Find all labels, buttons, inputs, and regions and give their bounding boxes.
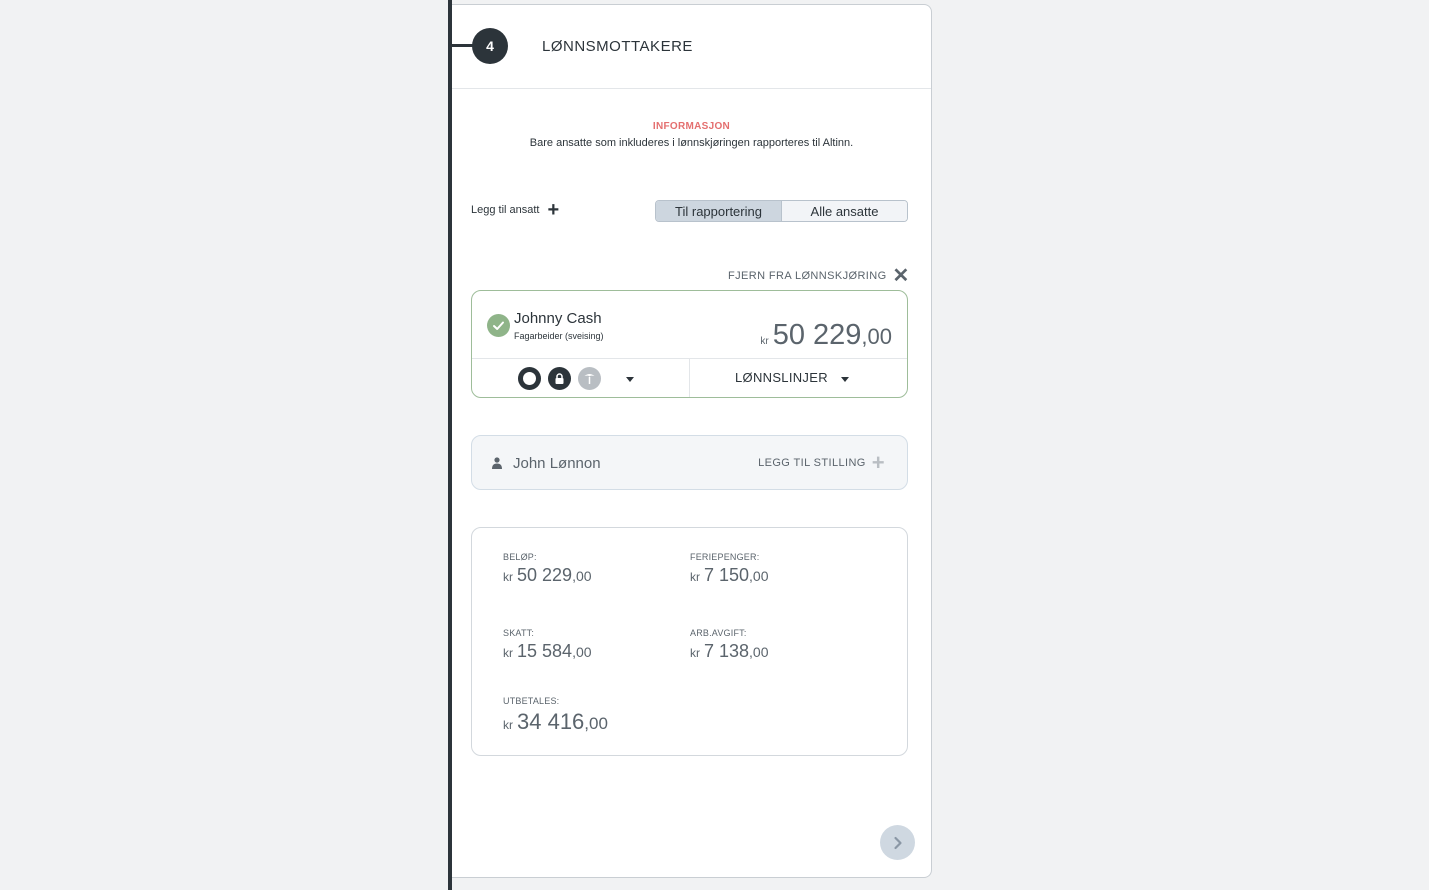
summary-value: kr 50 229 ,00 <box>503 565 592 586</box>
summary-label: FERIEPENGER: <box>690 552 760 562</box>
summary-feriepenger: FERIEPENGER: kr 7 150 ,00 <box>690 552 769 586</box>
add-position-button[interactable]: LEGG TIL STILLING + <box>758 450 885 475</box>
currency-label: kr <box>690 570 700 584</box>
chevron-down-icon[interactable] <box>841 377 849 382</box>
employee-amount: kr 50 229 ,00 <box>760 319 892 352</box>
amount-decimal: ,00 <box>572 568 592 584</box>
employee-card-johnny-cash: Johnny Cash Fagarbeider (sveising) kr 50… <box>471 290 908 398</box>
currency-label: kr <box>503 570 513 584</box>
step-title: LØNNSMOTTAKERE <box>542 38 693 55</box>
palm-tree-icon[interactable] <box>578 367 601 390</box>
status-icons <box>518 367 601 390</box>
card-vertical-divider <box>689 359 690 397</box>
toggle-til-rapportering[interactable]: Til rapportering <box>656 201 781 221</box>
currency-label: kr <box>690 646 700 660</box>
circle-icon[interactable] <box>518 367 541 390</box>
currency-label: kr <box>503 646 513 660</box>
summary-label: ARB.AVGIFT: <box>690 628 747 638</box>
employee-filter-toggle: Til rapportering Alle ansatte <box>655 200 908 222</box>
summary-value: kr 34 416 ,00 <box>503 709 608 735</box>
employee-role: Fagarbeider (sveising) <box>514 331 604 341</box>
summary-label: UTBETALES: <box>503 696 560 706</box>
summary-arbavgift: ARB.AVGIFT: kr 7 138 ,00 <box>690 628 769 662</box>
remove-label: FJERN FRA LØNNSKJØRING <box>728 270 887 282</box>
amount-decimal: ,00 <box>861 324 892 349</box>
plus-icon: + <box>547 199 560 221</box>
amount-integer: 15 584 <box>517 641 573 661</box>
next-step-button[interactable] <box>880 825 915 860</box>
header-divider <box>452 88 931 89</box>
info-label: INFORMASJON <box>652 121 731 132</box>
summary-value: kr 7 138 ,00 <box>690 641 769 662</box>
salary-lines-button[interactable]: LØNNSLINJER <box>735 370 828 385</box>
close-icon: ✕ <box>892 265 910 287</box>
info-text: Bare ansatte som inkluderes i lønnskjøri… <box>529 137 854 149</box>
remove-from-payroll-button[interactable]: FJERN FRA LØNNSKJØRING ✕ <box>728 265 910 287</box>
currency-label: kr <box>760 336 769 347</box>
summary-skatt: SKATT: kr 15 584 ,00 <box>503 628 592 662</box>
amount-integer: 7 138 <box>704 641 750 661</box>
step-number-badge: 4 <box>472 28 508 64</box>
employee-name: Johnny Cash <box>514 310 602 327</box>
summary-value: kr 7 150 ,00 <box>690 565 769 586</box>
amount-decimal: ,00 <box>749 568 769 584</box>
add-position-label: LEGG TIL STILLING <box>758 457 866 469</box>
amount-integer: 7 150 <box>704 565 750 585</box>
amount-decimal: ,00 <box>572 644 592 660</box>
chevron-down-icon[interactable] <box>626 377 634 382</box>
amount-decimal: ,00 <box>584 714 608 733</box>
summary-utbetales: UTBETALES: kr 34 416 ,00 <box>503 696 608 735</box>
summary-label: BELØP: <box>503 552 537 562</box>
amount-integer: 34 416 <box>517 709 585 734</box>
currency-label: kr <box>503 718 513 732</box>
summary-label: SKATT: <box>503 628 535 638</box>
summary-value: kr 15 584 ,00 <box>503 641 592 662</box>
step-connector <box>452 44 474 47</box>
chevron-right-icon <box>893 836 902 849</box>
add-employee-button[interactable]: Legg til ansatt + <box>471 199 560 221</box>
plus-icon: + <box>871 450 885 475</box>
amount-integer: 50 229 <box>772 319 862 351</box>
amount-decimal: ,00 <box>749 644 769 660</box>
toggle-alle-ansatte[interactable]: Alle ansatte <box>781 201 907 221</box>
lock-icon[interactable] <box>548 367 571 390</box>
employee-name: John Lønnon <box>513 455 601 472</box>
employee-card-john-lonnon[interactable]: John Lønnon LEGG TIL STILLING + <box>471 435 908 490</box>
person-icon <box>492 456 502 474</box>
add-employee-label: Legg til ansatt <box>471 204 540 216</box>
amount-integer: 50 229 <box>517 565 573 585</box>
payroll-summary: BELØP: kr 50 229 ,00 FERIEPENGER: kr 7 1… <box>471 527 908 756</box>
summary-belop: BELØP: kr 50 229 ,00 <box>503 552 592 586</box>
check-icon <box>487 314 510 337</box>
